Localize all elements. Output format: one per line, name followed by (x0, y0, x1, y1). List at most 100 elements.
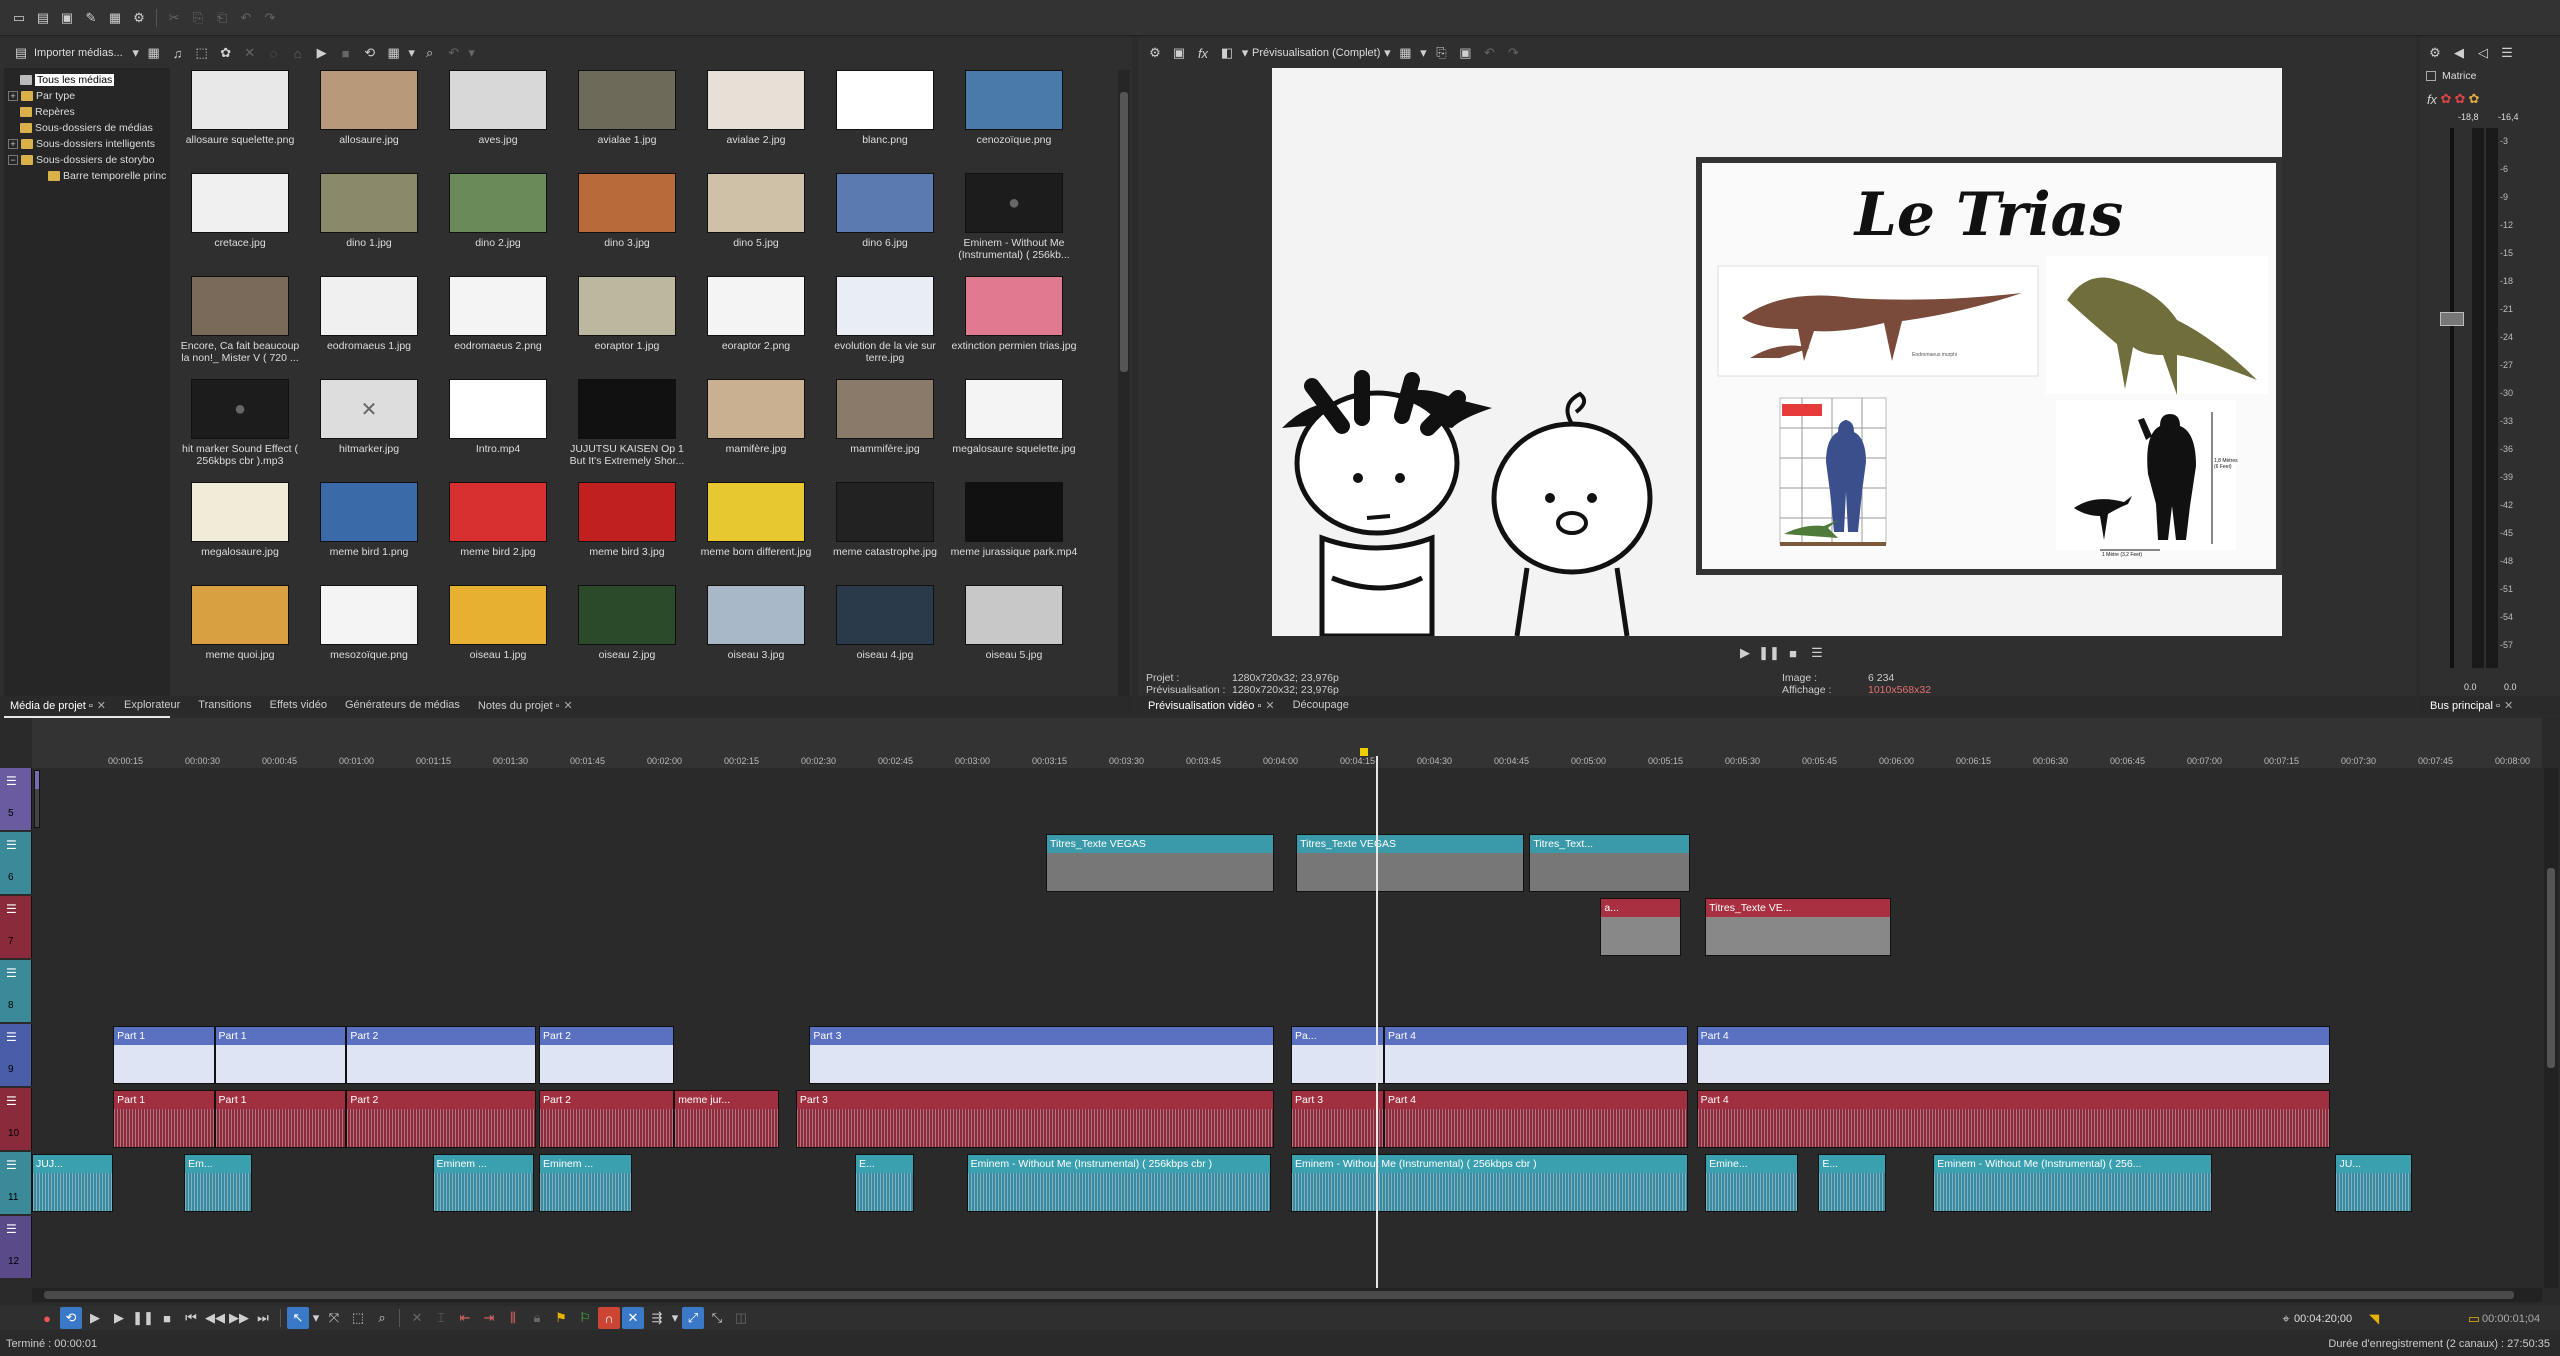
lock-icon[interactable]: 🔒︎ (526, 1307, 548, 1329)
media-thumbnail[interactable]: mesozoïque.png (305, 585, 433, 687)
timeline-clip[interactable]: Part 1 (214, 1026, 347, 1084)
tab-video-fx[interactable]: Effets vidéo (270, 699, 327, 711)
open-folder-icon[interactable]: ▤ (32, 7, 54, 29)
close-icon[interactable]: ✕ (563, 700, 572, 712)
trim-icon[interactable]: ⌶ (430, 1307, 452, 1329)
track-menu-icon[interactable]: ☰ (6, 1158, 17, 1172)
redo-icon[interactable]: ↷ (1502, 42, 1524, 64)
snapshot-icon[interactable]: ◫ (730, 1307, 752, 1329)
fx-plugin-icon[interactable]: ✿ (2454, 88, 2466, 110)
normal-edit-tool-icon[interactable]: ↖ (287, 1307, 309, 1329)
timeline-clip[interactable]: Eminem - Without Me (Instrumental) ( 256… (1933, 1154, 2213, 1212)
timeline-clip[interactable]: Titres_Texte VEGAS (1046, 834, 1275, 892)
timeline-clip[interactable]: Part 3 (795, 1090, 1275, 1148)
stop-media-icon[interactable]: ■ (335, 42, 357, 64)
settings-gear-icon[interactable]: ⚙ (128, 7, 150, 29)
media-thumbnail[interactable]: meme catastrophe.jpg (821, 482, 949, 584)
undock-icon[interactable]: ▫ (89, 700, 93, 712)
track-menu-icon[interactable]: ☰ (6, 1222, 17, 1236)
track-lane[interactable] (32, 960, 2542, 1022)
timeline-clip[interactable]: Part 4 (1696, 1026, 2331, 1084)
zoom-tool-icon[interactable]: ⌕ (371, 1307, 393, 1329)
dropdown-chevron-icon[interactable]: ▾ (1418, 42, 1428, 64)
timeline-clip[interactable]: Titres_Texte VEGAS (1296, 834, 1525, 892)
insert-marker-icon[interactable]: ⚑ (550, 1307, 572, 1329)
media-thumbnail[interactable]: eodromaeus 1.jpg (305, 276, 433, 378)
mixer-menu-icon[interactable]: ☰ (2496, 42, 2518, 64)
timeline-vertical-scrollbar[interactable] (2544, 768, 2558, 1288)
pause-icon[interactable]: ❚❚ (1758, 642, 1780, 664)
timeline-clip[interactable]: Eminem ... (432, 1154, 534, 1212)
lock-envelopes-icon[interactable]: ⤢ (682, 1307, 704, 1329)
media-thumbnail[interactable]: megalosaure squelette.jpg (950, 379, 1078, 481)
media-thumbnail[interactable]: blanc.png (821, 70, 949, 172)
timeline-clip[interactable]: Part 1 (214, 1090, 347, 1148)
timeline-clip[interactable]: Titres_Texte VE... (1705, 898, 1891, 956)
dropdown-chevron-icon[interactable]: ▾ (131, 42, 141, 64)
undock-icon[interactable]: ▫ (2496, 700, 2500, 712)
delete-icon[interactable]: ✕ (406, 1307, 428, 1329)
media-thumbnail[interactable]: dino 3.jpg (563, 173, 691, 275)
timeline-clip[interactable]: Part 3 (1291, 1090, 1384, 1148)
timeline-clip[interactable]: Eminem - Without Me (Instrumental) ( 256… (966, 1154, 1271, 1212)
timeline-clip[interactable]: Part 3 (809, 1026, 1275, 1084)
tab-trimmer[interactable]: Découpage (1293, 699, 1349, 711)
fx-plugin-icon[interactable]: ✿ (2440, 88, 2452, 110)
media-thumbnail[interactable]: eoraptor 2.png (692, 276, 820, 378)
timeline-clip[interactable]: E... (1818, 1154, 1886, 1212)
save-snapshot-icon[interactable]: ▣ (1454, 42, 1476, 64)
track-lane[interactable] (32, 768, 2542, 830)
track-lane[interactable] (32, 1216, 2542, 1278)
media-thumbnail[interactable]: Encore, Ca fait beaucoup la non!_ Mister… (176, 276, 304, 378)
get-media-icon[interactable]: ⬚ (191, 42, 213, 64)
media-thumbnail[interactable]: ● hit marker Sound Effect ( 256kbps cbr )… (176, 379, 304, 481)
pause-icon[interactable]: ❚❚ (132, 1307, 154, 1329)
mixer-gear-icon[interactable]: ⚙ (2424, 42, 2446, 64)
tab-project-media[interactable]: Média de projet ▫ ✕ (10, 699, 106, 712)
extract-audio-icon[interactable]: ♫ (167, 42, 189, 64)
timeline-clip[interactable]: Eminem - Without Me (Instrumental) ( 256… (1291, 1154, 1689, 1212)
media-thumbnail[interactable]: avialae 2.jpg (692, 70, 820, 172)
copy-snapshot-icon[interactable]: ⎘ (1430, 42, 1452, 64)
media-thumbnail[interactable]: meme quoi.jpg (176, 585, 304, 687)
paste-icon[interactable]: ⎗ (211, 7, 233, 29)
media-thumbnail[interactable]: mammifère.jpg (821, 379, 949, 481)
tree-storyboard-bins[interactable]: − Sous-dossiers de storybo (8, 152, 170, 168)
view-dropdown-icon[interactable]: ▾ (407, 42, 417, 64)
close-icon[interactable]: ✕ (1265, 700, 1274, 712)
tab-media-generators[interactable]: Générateurs de médias (345, 699, 460, 711)
media-thumbnail[interactable]: cretace.jpg (176, 173, 304, 275)
timeline-clip[interactable]: JUJ... (32, 1154, 114, 1212)
auto-crossfade-icon[interactable]: ✕ (622, 1307, 644, 1329)
ripple-edit-icon[interactable]: ⇶ (646, 1307, 668, 1329)
track-header[interactable]: ☰ 5 (0, 768, 32, 830)
redo-icon[interactable]: ↷ (259, 7, 281, 29)
preview-settings-gear-icon[interactable]: ⚙ (1144, 42, 1166, 64)
undo-icon[interactable]: ↶ (235, 7, 257, 29)
capture-icon[interactable]: ▦ (143, 42, 165, 64)
media-thumbnail[interactable]: allosaure squelette.png (176, 70, 304, 172)
media-thumbnail[interactable]: oiseau 3.jpg (692, 585, 820, 687)
track-lane[interactable]: a... Titres_Texte VE... (32, 896, 2542, 958)
bus-fx-icon[interactable]: fx (2426, 88, 2438, 110)
timeline-clip[interactable]: Part 2 (346, 1090, 536, 1148)
back-dropdown-icon[interactable]: ▾ (467, 42, 477, 64)
tab-explorer[interactable]: Explorateur (124, 699, 180, 711)
track-menu-icon[interactable]: ☰ (6, 774, 17, 788)
split-icon[interactable]: ⫼ (502, 1307, 524, 1329)
fx-plugin-icon[interactable]: ✿ (2468, 88, 2480, 110)
mixer-speaker-icon[interactable]: ◀ (2448, 42, 2470, 64)
tool-dropdown-icon[interactable]: ▾ (311, 1307, 321, 1329)
media-thumbnail[interactable]: ✕ hitmarker.jpg (305, 379, 433, 481)
play-icon[interactable]: ▶ (108, 1307, 130, 1329)
play-icon[interactable]: ▶ (1734, 642, 1756, 664)
time-ruler[interactable]: 00:00:15 00:00:30 00:00:45 00:01:00 00:01:15… (32, 718, 2542, 768)
close-icon[interactable]: ✕ (2504, 700, 2513, 712)
track-lane[interactable]: Titres_Texte VEGAS Titres_Texte VEGAS Titr… (32, 832, 2542, 894)
selection-length[interactable]: 00:00:01;04 (2482, 1313, 2540, 1325)
timeline-clip[interactable]: JU... (2335, 1154, 2412, 1212)
media-thumbnail[interactable]: eoraptor 1.jpg (563, 276, 691, 378)
track-menu-icon[interactable]: ☰ (6, 1030, 17, 1044)
track-header[interactable]: ☰ 9 (0, 1024, 32, 1086)
scrollbar-thumb[interactable] (1120, 92, 1128, 372)
